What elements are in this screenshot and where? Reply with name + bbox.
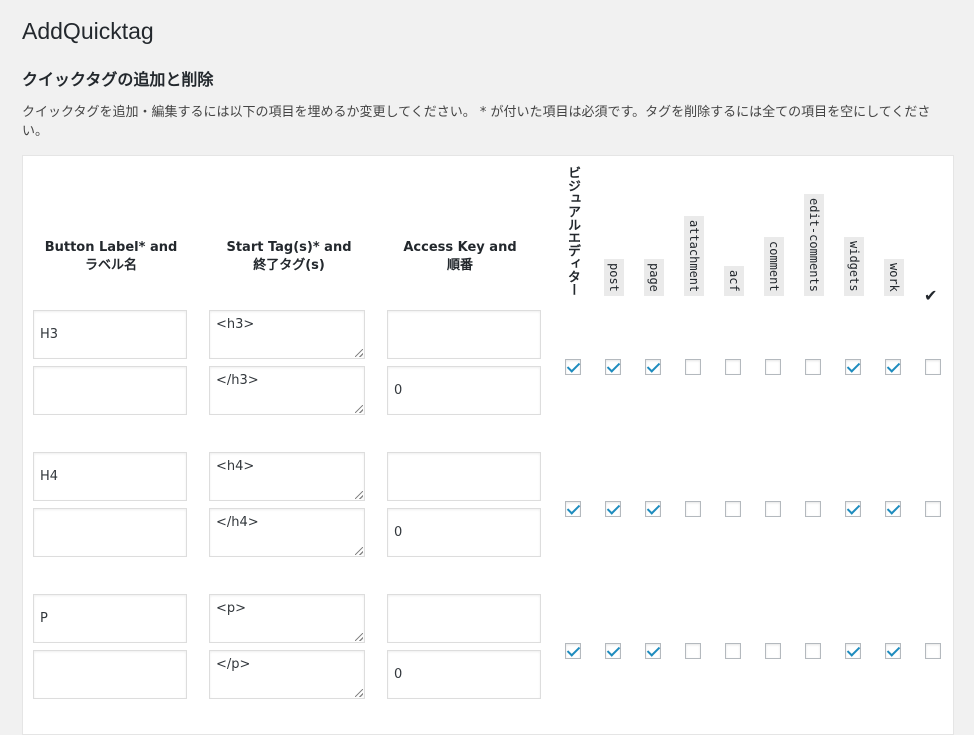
- column-header-label: ビジュアルエディター: [565, 166, 580, 296]
- column-header-label: widgets: [844, 237, 864, 296]
- start-tag-textarea[interactable]: <h4>: [209, 452, 365, 501]
- header-start-tag-line2: 終了タグ(s): [253, 258, 325, 273]
- checkbox-4[interactable]: [725, 643, 741, 659]
- header-button-label-line1: Button Label* and: [44, 240, 178, 255]
- checkbox-2[interactable]: [645, 501, 661, 517]
- column-header-label: work: [884, 259, 904, 296]
- resize-grip-icon[interactable]: [355, 349, 363, 357]
- section-description: クイックタグを追加・編集するには以下の項目を埋めるか変更してください。 * が付…: [22, 105, 931, 139]
- header-button-label: Button Label* and ラベル名: [31, 239, 191, 275]
- resize-grip-icon[interactable]: [355, 689, 363, 697]
- resize-grip-icon[interactable]: [355, 405, 363, 413]
- button-label-input-value: H3: [40, 327, 59, 342]
- section-title: クイックタグの追加と削除: [22, 70, 214, 89]
- column-header-1: post: [604, 156, 628, 296]
- column-header-5: comment: [764, 156, 788, 296]
- checkbox-5[interactable]: [765, 359, 781, 375]
- checkbox-0[interactable]: [565, 643, 581, 659]
- end-tag-textarea-value: </h3>: [216, 373, 259, 388]
- button-label-input[interactable]: H4: [33, 452, 187, 501]
- checkbox-2[interactable]: [645, 359, 661, 375]
- checkbox-3[interactable]: [685, 643, 701, 659]
- column-header-3: attachment: [684, 156, 708, 296]
- end-tag-textarea[interactable]: </p>: [209, 650, 365, 699]
- checkbox-9[interactable]: [925, 359, 941, 375]
- header-button-label-line2: ラベル名: [84, 258, 137, 273]
- order-input[interactable]: 0: [387, 650, 541, 699]
- access-key-input[interactable]: [387, 310, 541, 359]
- checkbox-8[interactable]: [885, 501, 901, 517]
- order-input[interactable]: 0: [387, 366, 541, 415]
- column-header-label: attachment: [684, 215, 704, 296]
- end-tag-textarea[interactable]: </h4>: [209, 508, 365, 557]
- header-access-key: Access Key and 順番: [380, 239, 540, 275]
- end-tag-textarea-value: </p>: [216, 657, 251, 672]
- column-header-label: acf: [724, 266, 744, 296]
- order-input[interactable]: 0: [387, 508, 541, 557]
- access-key-input[interactable]: [387, 594, 541, 643]
- header-start-tag: Start Tag(s)* and 終了タグ(s): [209, 239, 369, 275]
- checkbox-9[interactable]: [925, 643, 941, 659]
- header-access-key-line2: 順番: [446, 258, 473, 273]
- button-label-input[interactable]: P: [33, 594, 187, 643]
- select-all-icon[interactable]: ✔: [924, 288, 937, 304]
- checkbox-6[interactable]: [805, 643, 821, 659]
- column-header-0: ビジュアルエディター: [564, 156, 588, 296]
- checkbox-7[interactable]: [845, 501, 861, 517]
- button-label-secondary-input[interactable]: [33, 650, 187, 699]
- column-header-7: widgets: [844, 156, 868, 296]
- button-label-secondary-input[interactable]: [33, 508, 187, 557]
- column-header-label: page: [644, 259, 664, 296]
- checkbox-1[interactable]: [605, 501, 621, 517]
- column-header-label: edit-comments: [804, 194, 824, 296]
- checkbox-5[interactable]: [765, 501, 781, 517]
- order-input-value: 0: [394, 525, 403, 540]
- header-access-key-line1: Access Key and: [403, 240, 517, 255]
- checkbox-3[interactable]: [685, 501, 701, 517]
- access-key-input[interactable]: [387, 452, 541, 501]
- quicktag-table: Button Label* and ラベル名 Start Tag(s)* and…: [22, 155, 954, 735]
- start-tag-textarea-value: <p>: [216, 601, 247, 616]
- button-label-input-value: H4: [40, 469, 59, 484]
- checkbox-3[interactable]: [685, 359, 701, 375]
- column-header-label: post: [604, 259, 624, 296]
- checkbox-1[interactable]: [605, 359, 621, 375]
- header-start-tag-line1: Start Tag(s)* and: [226, 240, 352, 255]
- checkbox-7[interactable]: [845, 643, 861, 659]
- start-tag-textarea-value: <h4>: [216, 459, 255, 474]
- page-title: AddQuicktag: [22, 18, 154, 44]
- checkbox-0[interactable]: [565, 501, 581, 517]
- start-tag-textarea-value: <h3>: [216, 317, 255, 332]
- checkbox-8[interactable]: [885, 643, 901, 659]
- column-header-4: acf: [724, 156, 748, 296]
- checkbox-9[interactable]: [925, 501, 941, 517]
- order-input-value: 0: [394, 667, 403, 682]
- checkbox-4[interactable]: [725, 359, 741, 375]
- column-header-6: edit-comments: [804, 156, 828, 296]
- checkbox-6[interactable]: [805, 501, 821, 517]
- column-header-label: comment: [764, 237, 784, 296]
- checkbox-7[interactable]: [845, 359, 861, 375]
- start-tag-textarea[interactable]: <h3>: [209, 310, 365, 359]
- checkbox-2[interactable]: [645, 643, 661, 659]
- button-label-input-value: P: [40, 611, 48, 626]
- checkbox-5[interactable]: [765, 643, 781, 659]
- checkbox-8[interactable]: [885, 359, 901, 375]
- checkbox-4[interactable]: [725, 501, 741, 517]
- checkbox-0[interactable]: [565, 359, 581, 375]
- button-label-secondary-input[interactable]: [33, 366, 187, 415]
- resize-grip-icon[interactable]: [355, 633, 363, 641]
- start-tag-textarea[interactable]: <p>: [209, 594, 365, 643]
- button-label-input[interactable]: H3: [33, 310, 187, 359]
- column-header-2: page: [644, 156, 668, 296]
- end-tag-textarea-value: </h4>: [216, 515, 259, 530]
- end-tag-textarea[interactable]: </h3>: [209, 366, 365, 415]
- checkbox-1[interactable]: [605, 643, 621, 659]
- order-input-value: 0: [394, 383, 403, 398]
- resize-grip-icon[interactable]: [355, 547, 363, 555]
- checkbox-6[interactable]: [805, 359, 821, 375]
- column-header-9: ✔: [924, 156, 948, 304]
- column-header-8: work: [884, 156, 908, 296]
- resize-grip-icon[interactable]: [355, 491, 363, 499]
